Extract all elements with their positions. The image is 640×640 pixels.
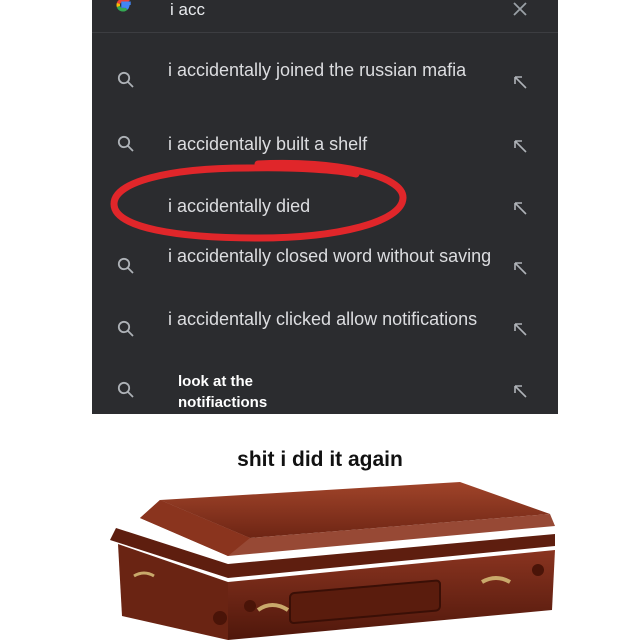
- suggestion-text: i accidentally joined the russian mafia: [168, 60, 467, 80]
- suggestion-text: i accidentally built a shelf: [168, 134, 368, 154]
- search-icon: [117, 71, 134, 88]
- suggestion-text: i accidentally closed word without savin…: [168, 246, 492, 266]
- search-icon: [117, 257, 134, 274]
- arrow-up-left-icon[interactable]: [512, 138, 528, 154]
- suggestion-item[interactable]: i accidentally joined the russian mafia: [92, 58, 558, 110]
- search-icon: [117, 381, 134, 398]
- suggestion-item[interactable]: i accidentally closed word without savin…: [92, 244, 558, 296]
- suggestion-item[interactable]: i accidentally died: [92, 194, 558, 224]
- suggestion-text: i accidentally died: [168, 196, 311, 216]
- search-suggestions-panel: i acc i accidentally joined the russian …: [92, 0, 558, 414]
- suggestion-item[interactable]: i accidentally clicked allow notificatio…: [92, 307, 558, 359]
- arrow-up-left-icon[interactable]: [512, 260, 528, 276]
- arrow-up-left-icon[interactable]: [512, 383, 528, 399]
- suggestion-item[interactable]: i accidentally built a shelf: [92, 132, 558, 162]
- arrow-up-left-icon[interactable]: [512, 321, 528, 337]
- search-icon: [117, 320, 134, 337]
- search-icon: [117, 135, 134, 152]
- suggestion-text: look at the notifiactions: [178, 373, 268, 411]
- meme-caption: shit i did it again: [237, 448, 403, 471]
- coffin-image: [110, 482, 555, 640]
- search-query-input[interactable]: i acc: [170, 0, 205, 20]
- suggestion-item[interactable]: look at the notifiactions: [92, 370, 558, 414]
- suggestion-text: i accidentally clicked allow notificatio…: [168, 309, 478, 329]
- arrow-up-left-icon[interactable]: [512, 74, 528, 90]
- google-logo-icon: [116, 0, 131, 12]
- search-bar[interactable]: i acc: [92, 0, 558, 33]
- arrow-up-left-icon[interactable]: [512, 200, 528, 216]
- close-icon[interactable]: [512, 1, 528, 17]
